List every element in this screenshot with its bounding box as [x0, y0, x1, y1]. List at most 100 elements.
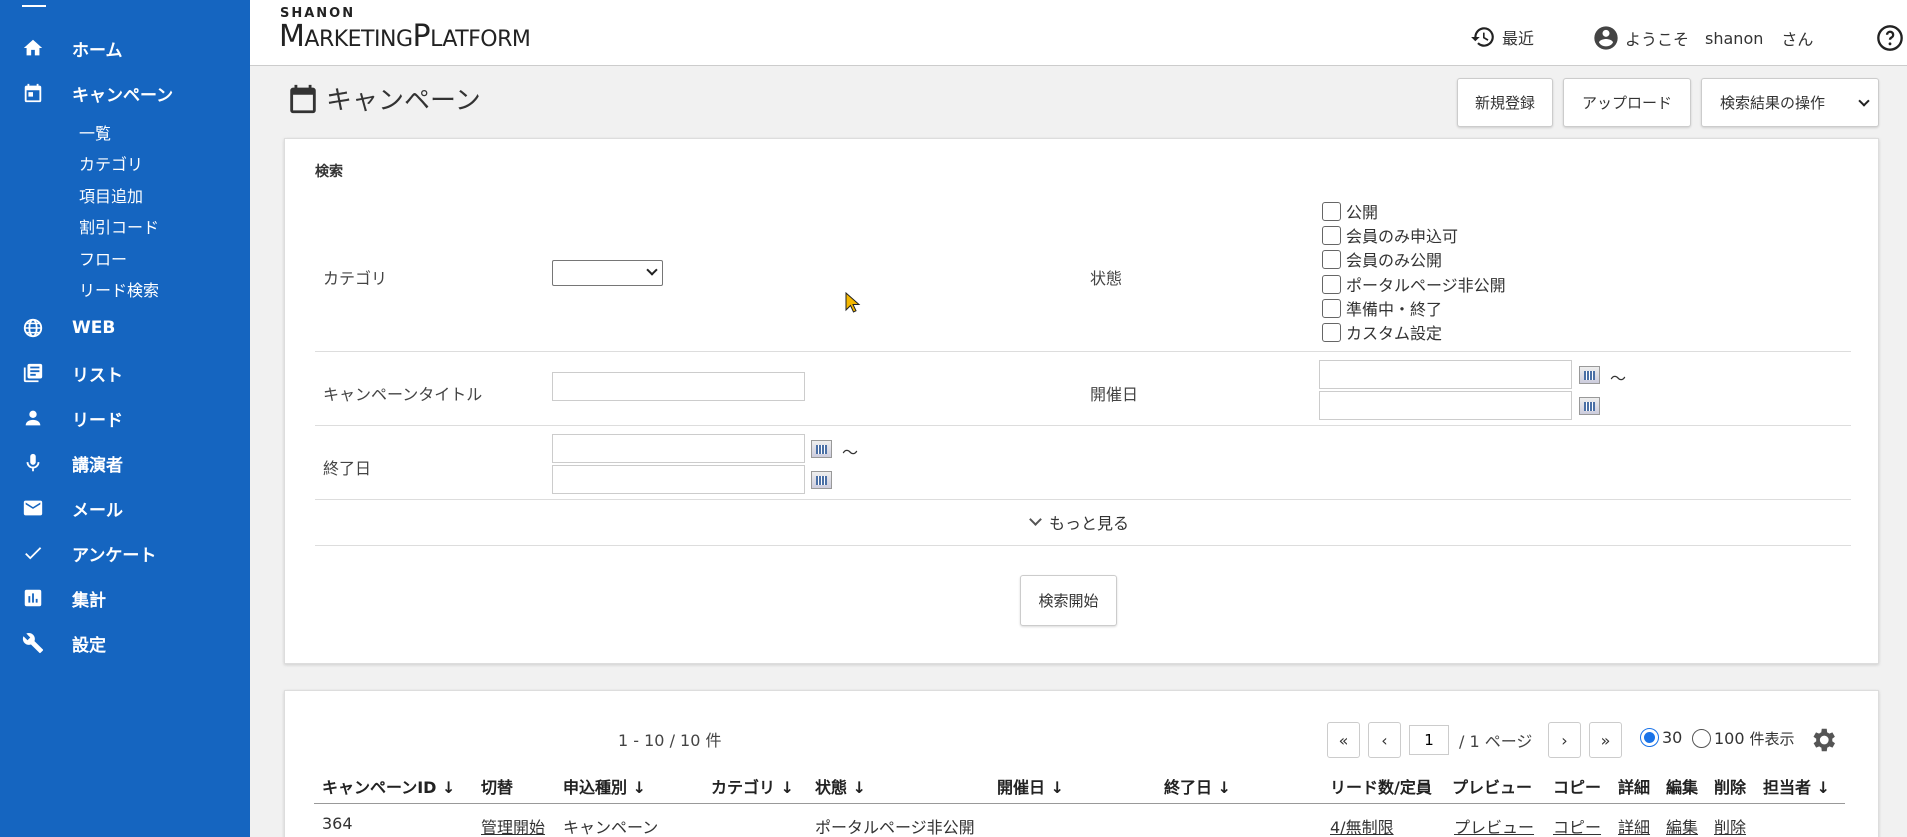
end-date-to-input[interactable] [552, 465, 805, 494]
bar-chart-icon [21, 586, 45, 610]
nav-web[interactable]: WEB [0, 306, 250, 350]
cell-leads-link[interactable]: 4/無制限 [1330, 814, 1394, 837]
checkbox[interactable] [1322, 225, 1341, 245]
sub-category[interactable]: カテゴリ [79, 151, 143, 175]
status-checkbox-portal-private[interactable]: ポータルページ非公開 [1322, 272, 1506, 296]
new-button[interactable]: 新規登録 [1457, 78, 1553, 127]
next-page-button[interactable]: › [1548, 722, 1581, 758]
cell-preview-link[interactable]: プレビュー [1454, 814, 1534, 837]
search-submit-button[interactable]: 検索開始 [1020, 575, 1117, 626]
sub-add-field[interactable]: 項目追加 [79, 183, 143, 207]
col-copy: コピー [1553, 778, 1602, 797]
col-start-date[interactable]: 開催日 ↓ [997, 774, 1064, 798]
start-date-to-input[interactable] [1319, 391, 1572, 420]
checkbox[interactable] [1322, 201, 1341, 221]
per-page-100-radio[interactable]: 100 件表示 [1692, 728, 1795, 749]
status-checkbox-members-apply[interactable]: 会員のみ申込可 [1322, 223, 1458, 247]
per-page-30-radio[interactable]: 30 [1640, 728, 1682, 747]
user-menu[interactable]: ようこそ shanon さん [1592, 24, 1813, 52]
col-status[interactable]: 状態 ↓ [815, 774, 866, 798]
cell-delete-link[interactable]: 削除 [1714, 814, 1746, 837]
sub-discount-code[interactable]: 割引コード [79, 214, 159, 238]
col-application-type[interactable]: 申込種別 ↓ [563, 774, 646, 798]
actions-select[interactable]: 検索結果の操作 [1701, 78, 1879, 127]
nav-label: キャンペーン [72, 85, 174, 106]
nav-mail[interactable]: メール [0, 486, 250, 530]
page-title: キャンペーン [326, 86, 481, 116]
cell-copy-link[interactable]: コピー [1553, 814, 1601, 837]
cell-toggle-link[interactable]: 管理開始 [481, 814, 545, 837]
radio-button[interactable] [1692, 729, 1711, 748]
col-end-date[interactable]: 終了日 ↓ [1164, 774, 1231, 798]
status-checkbox-members-public[interactable]: 会員のみ公開 [1322, 247, 1442, 271]
nav-lead[interactable]: リード [0, 396, 250, 440]
category-select[interactable] [552, 260, 663, 286]
first-page-button[interactable]: « [1327, 722, 1360, 758]
nav-campaign[interactable]: キャンペーン [0, 71, 250, 115]
page-number-input[interactable] [1409, 725, 1449, 755]
col-edit: 編集 [1666, 778, 1699, 797]
list-icon [21, 361, 45, 385]
recent-button[interactable]: 最近 [1470, 24, 1534, 50]
start-date-from-input[interactable] [1319, 360, 1572, 389]
per-page-suffix: 件表示 [1749, 730, 1795, 748]
check-icon [21, 541, 45, 565]
last-page-button[interactable]: » [1589, 722, 1622, 758]
divider [315, 425, 1851, 426]
help-icon[interactable] [1876, 24, 1904, 52]
checkbox[interactable] [1322, 298, 1341, 318]
menu-icon[interactable] [22, 0, 46, 10]
checkbox[interactable] [1322, 322, 1341, 342]
recent-label: 最近 [1502, 29, 1535, 48]
col-category[interactable]: カテゴリ ↓ [711, 774, 794, 798]
per-page-30-label: 30 [1662, 728, 1683, 747]
calendar-picker-icon[interactable] [811, 440, 832, 458]
divider [315, 499, 1851, 500]
calendar-icon [286, 81, 320, 117]
nav-label: ホーム [72, 40, 123, 61]
cell-edit-link[interactable]: 編集 [1666, 814, 1698, 837]
end-date-from-input[interactable] [552, 434, 805, 463]
nav-speaker[interactable]: 講演者 [0, 441, 250, 485]
divider [315, 545, 1851, 546]
status-checkbox-preparing-ended[interactable]: 準備中・終了 [1322, 296, 1442, 320]
nav-report[interactable]: 集計 [0, 576, 250, 620]
prev-page-button[interactable]: ‹ [1368, 722, 1401, 758]
checkbox[interactable] [1322, 249, 1341, 269]
nav-survey[interactable]: アンケート [0, 531, 250, 575]
person-icon [21, 406, 45, 430]
checkbox[interactable] [1322, 274, 1341, 294]
nav-list[interactable]: リスト [0, 351, 250, 395]
show-more-toggle[interactable]: もっと見る [1029, 510, 1129, 534]
sub-flow[interactable]: フロー [79, 246, 127, 270]
checkbox-label: ポータルページ非公開 [1346, 276, 1506, 295]
status-checkbox-public[interactable]: 公開 [1322, 199, 1378, 223]
sub-lead-search[interactable]: リード検索 [79, 277, 159, 301]
col-campaign-id[interactable]: キャンペーンID ↓ [322, 774, 455, 798]
chevron-down-icon [646, 264, 658, 276]
calendar-picker-icon[interactable] [811, 471, 832, 489]
calendar-picker-icon[interactable] [1579, 397, 1600, 415]
nav-settings[interactable]: 設定 [0, 621, 250, 665]
cell-status: ポータルページ非公開 [815, 818, 975, 837]
nav-label: 集計 [72, 590, 106, 611]
nav-label: リスト [72, 365, 123, 386]
calendar-picker-icon[interactable] [1579, 366, 1600, 384]
cell-detail-link[interactable]: 詳細 [1618, 814, 1650, 837]
sub-list[interactable]: 一覧 [79, 120, 111, 144]
gear-icon[interactable] [1808, 725, 1838, 759]
chevron-down-icon [1858, 95, 1870, 107]
col-owner[interactable]: 担当者 ↓ [1763, 774, 1830, 798]
nav-home[interactable]: ホーム [0, 26, 250, 70]
upload-button[interactable]: アップロード [1563, 78, 1691, 127]
status-checkbox-custom[interactable]: カスタム設定 [1322, 320, 1442, 344]
checkbox-label: 会員のみ公開 [1346, 251, 1443, 270]
page-header: キャンペーン [286, 80, 481, 117]
col-toggle: 切替 [481, 778, 514, 797]
end-date-label: 終了日 [323, 459, 372, 478]
nav-label: メール [72, 500, 123, 521]
checkbox-label: 公開 [1346, 203, 1379, 222]
radio-button[interactable] [1640, 728, 1659, 747]
title-input[interactable] [552, 372, 805, 401]
logo-p: P [412, 19, 431, 54]
